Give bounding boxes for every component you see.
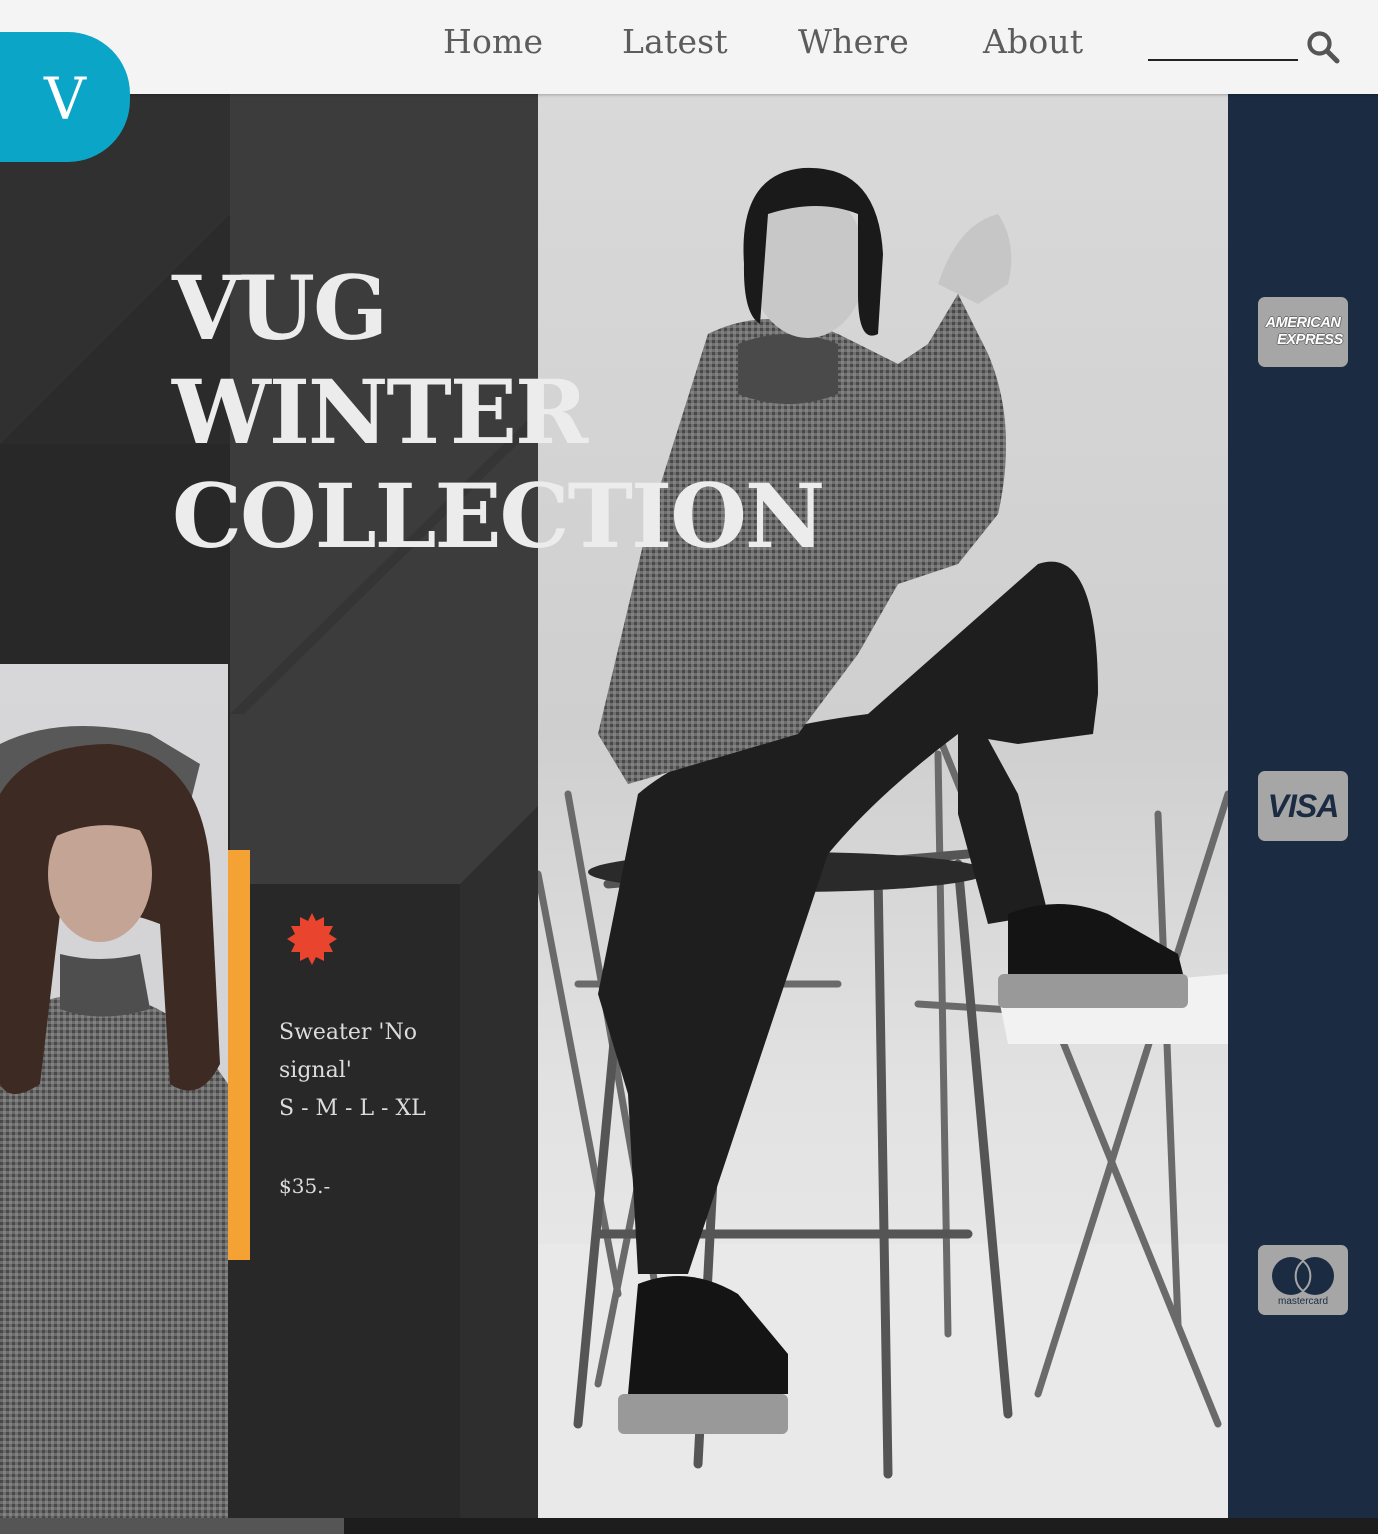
hero-title-line-2: WINTER [172, 360, 588, 464]
hero-title-line-3: COLLECTION [172, 464, 825, 568]
search-underline [1148, 59, 1298, 61]
hero-title-line-1: VUG [172, 256, 388, 360]
mastercard-label: mastercard [1277, 1295, 1328, 1307]
mastercard-circles-icon [1272, 1256, 1334, 1295]
burst-icon [287, 913, 337, 965]
product-name[interactable]: Sweater 'No signal' [279, 1014, 479, 1090]
product-sizes: S - M - L - XL [279, 1096, 426, 1121]
visa-label: VISA [1267, 787, 1340, 824]
amex-card-icon[interactable]: AMERICAN EXPRESS [1258, 297, 1348, 367]
search-input[interactable] [1148, 26, 1298, 58]
top-navigation-bar: Home Latest Where About [0, 0, 1378, 94]
nav-link-home[interactable]: Home [443, 22, 543, 61]
mastercard-card-icon[interactable]: mastercard [1258, 1245, 1348, 1315]
product-accent-bar [228, 850, 250, 1260]
payment-methods-column: AMERICAN EXPRESS VISA mastercard [1228, 94, 1378, 1518]
hero-title: VUG WINTER COLLECTION [172, 256, 825, 568]
product-illustration [0, 726, 228, 1518]
nav-link-about[interactable]: About [983, 22, 1083, 61]
product-model-photo[interactable] [0, 664, 228, 1518]
visa-card-icon[interactable]: VISA [1258, 771, 1348, 841]
product-price: $35.- [279, 1174, 331, 1198]
amex-line-2: EXPRESS [1277, 332, 1343, 348]
brand-logo[interactable]: V [0, 32, 130, 162]
search-icon[interactable] [1306, 30, 1340, 64]
amex-line-1: AMERICAN [1265, 315, 1341, 331]
bottom-scroll-thumb[interactable] [0, 1518, 344, 1534]
nav-link-latest[interactable]: Latest [622, 22, 728, 61]
nav-link-where[interactable]: Where [798, 22, 909, 61]
